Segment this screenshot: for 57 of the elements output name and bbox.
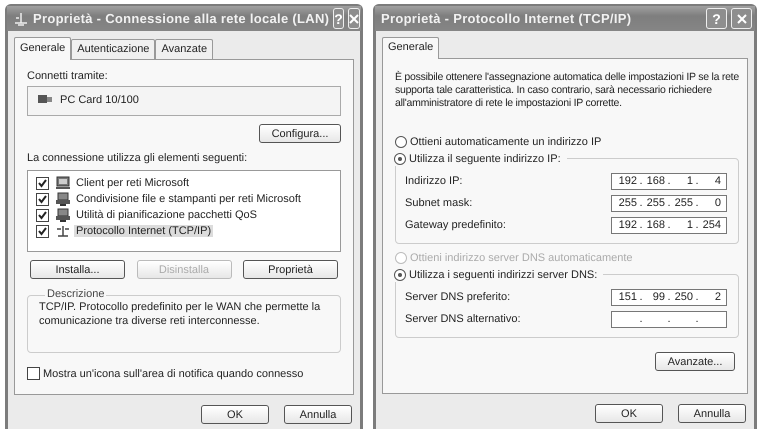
checkbox[interactable] [36, 192, 49, 206]
input-field[interactable]: . . . [611, 310, 727, 328]
description-text: TCP/IP. Protocollo predefinito per le WAN che permette la comunicazione tra diverse reti interconnesse. [39, 300, 322, 328]
ok-button[interactable]: OK [201, 405, 269, 424]
network-card-icon [38, 94, 52, 104]
field-label: Server DNS preferito: [405, 291, 510, 303]
close-icon [348, 14, 359, 24]
radio-button[interactable] [394, 268, 406, 280]
configure-button[interactable]: Configura... [259, 124, 341, 143]
checkbox-label: Mostra un'icona sull'area di notifica quando connesso [43, 368, 304, 380]
network-icon [55, 224, 71, 238]
close-button[interactable] [348, 8, 360, 29]
radio-button[interactable] [395, 136, 407, 148]
field-label: Connetti tramite: [27, 70, 109, 82]
input-field[interactable]: 192 . 168 . 1 . 254 [611, 216, 727, 234]
radio-label: Ottieni automaticamente un indirizzo IP [410, 136, 602, 148]
tab[interactable]: Generale [382, 37, 440, 59]
list-item[interactable]: Condivisione file e stampanti per reti Microsoft [74, 193, 303, 205]
input-field[interactable]: 151 . 99 . 250 . 2 [611, 288, 727, 306]
list-item[interactable]: Utilità di pianificazione pacchetti QoS [74, 209, 259, 221]
window-title: Proprietà - Protocollo Internet (TCP/IP) [381, 11, 632, 26]
intro-text: È possibile ottenere l'assegnazione automatica delle impostazioni IP se la rete supporta tale caratteristica. In caso contrario, sarà necessario richiedere all'amministratore di rete le impostazioni IP corrette. [395, 71, 739, 110]
radio-label: Utilizza i seguenti indirizzi server DNS: [409, 268, 598, 280]
group-title: Descrizione [45, 288, 106, 300]
field-label: Subnet mask: [405, 197, 472, 209]
network-icon [13, 12, 29, 26]
checkbox[interactable] [36, 224, 49, 238]
computer-icon [55, 208, 71, 222]
radio-label: Ottieni indirizzo server DNS automaticamente [410, 252, 633, 264]
cancel-button[interactable]: Annulla [678, 404, 746, 423]
ok-button[interactable]: OK [595, 404, 663, 423]
field-label: Server DNS alternativo: [405, 313, 521, 325]
field-label: La connessione utilizza gli elementi seguenti: [27, 152, 248, 164]
tab[interactable]: Avanzate [155, 39, 214, 59]
checkbox[interactable] [27, 367, 40, 380]
window-title: Proprietà - Connessione alla rete locale (LAN) [33, 11, 330, 26]
close-icon [736, 14, 746, 24]
tab[interactable]: Generale [14, 37, 72, 60]
cancel-button[interactable]: Annulla [284, 405, 352, 424]
properties-button[interactable]: Proprietà [243, 260, 338, 279]
advanced-button[interactable]: Avanzate... [655, 352, 735, 371]
tab[interactable]: Autenticazione [71, 39, 156, 59]
list-item[interactable]: Client per reti Microsoft [74, 177, 192, 189]
field-label: Indirizzo IP: [405, 175, 462, 187]
radio-label: Utilizza il seguente indirizzo IP: [409, 152, 561, 164]
radio-button[interactable] [394, 152, 406, 164]
install-button[interactable]: Installa... [30, 260, 125, 279]
computer-icon [55, 176, 71, 190]
computer-icon [55, 192, 71, 206]
adapter-name: PC Card 10/100 [60, 94, 139, 106]
field-label: Gateway predefinito: [405, 219, 506, 231]
checkbox[interactable] [36, 176, 49, 190]
input-field[interactable]: 192 . 168 . 1 . 4 [611, 172, 727, 190]
input-field[interactable]: 255 . 255 . 255 . 0 [611, 194, 727, 212]
checkbox[interactable] [36, 208, 49, 222]
list-item[interactable]: Protocollo Internet (TCP/IP) [74, 225, 214, 237]
close-button[interactable] [731, 8, 752, 29]
